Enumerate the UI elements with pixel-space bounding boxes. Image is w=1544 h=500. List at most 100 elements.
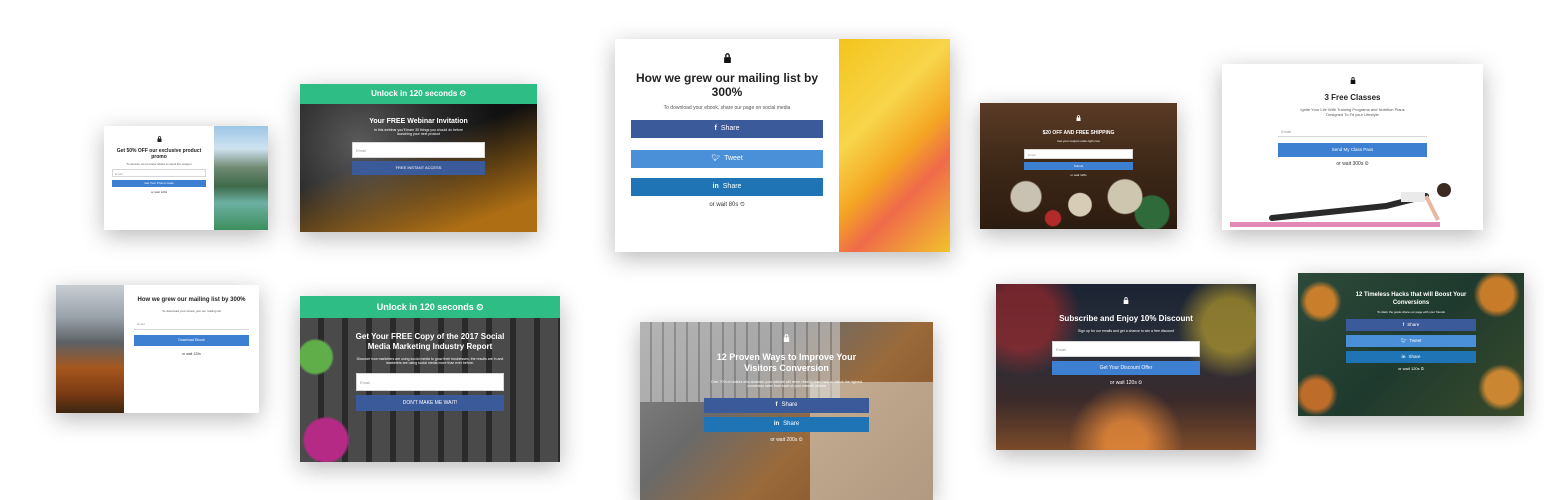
wait-text: or wait 120s ⏲ bbox=[996, 380, 1256, 386]
submit-button[interactable]: Submit bbox=[1024, 162, 1133, 170]
popup-subtitle: Get your coupon code right now bbox=[1057, 139, 1100, 143]
clock-icon: ⏲ bbox=[798, 437, 803, 443]
unlock-banner: Unlock in 120 seconds ⏲ bbox=[300, 84, 537, 104]
clock-icon: ⏲ bbox=[459, 89, 466, 98]
wait-text: or wait 120s bbox=[1070, 173, 1087, 177]
email-input[interactable]: Email bbox=[1278, 125, 1427, 137]
popup-subtitle: Sign up for our emails and get a chance … bbox=[1078, 329, 1174, 333]
lock-icon bbox=[104, 130, 214, 146]
popup-subtitle: To claim the guide share our page with y… bbox=[1377, 310, 1445, 314]
wait-text: or wait 300s ⏲ bbox=[1222, 161, 1483, 167]
mountain-image bbox=[214, 126, 268, 230]
button-label: Share bbox=[720, 125, 740, 132]
popup-title: Get 50% OFF our exclusive product promo bbox=[116, 148, 202, 160]
lock-icon bbox=[996, 292, 1256, 308]
button-label: Share bbox=[722, 183, 742, 190]
linkedin-icon: in bbox=[773, 421, 780, 427]
twitter-icon: 🐦︎ bbox=[1400, 338, 1407, 343]
twitter-tweet-button[interactable]: 🐦︎ Tweet bbox=[1346, 335, 1476, 347]
popup-subtitle: In this webinar you'll learn 30 things y… bbox=[373, 128, 463, 136]
wait-text: or wait 80s ⏲ bbox=[615, 202, 839, 209]
facebook-icon: f bbox=[714, 125, 717, 132]
popup-discount: Subscribe and Enjoy 10% Discount Sign up… bbox=[996, 284, 1256, 450]
wait-label: or wait 120s bbox=[1398, 366, 1420, 371]
button-label: Tweet bbox=[724, 155, 743, 162]
wait-label: or wait 120s bbox=[1109, 380, 1137, 386]
email-input[interactable]: Email bbox=[112, 169, 206, 177]
popup-title: Your FREE Webinar Invitation bbox=[369, 118, 468, 125]
discount-button[interactable]: Get Your Discount Offer bbox=[1052, 361, 1200, 375]
plank-woman-image bbox=[1266, 182, 1476, 222]
clock-icon: ⏲ bbox=[740, 202, 745, 208]
button-label: Share bbox=[781, 402, 798, 408]
wait-text: or wait 200s ⏲ bbox=[640, 437, 933, 443]
wait-label: or wait 80s bbox=[709, 202, 739, 208]
popup-hacks-share: 12 Timeless Hacks that will Boost Your C… bbox=[1298, 273, 1524, 416]
popup-mailing-share: How we grew our mailing list by 300% To … bbox=[615, 39, 950, 252]
popup-subtitle: Over 70% of visitors who abandon your we… bbox=[711, 380, 862, 388]
popup-title: $20 OFF AND FREE SHIPPING bbox=[1042, 130, 1115, 136]
wait-label: or wait 300s bbox=[1336, 161, 1364, 167]
email-input[interactable]: Email bbox=[1052, 341, 1200, 357]
popup-report: Unlock in 120 seconds ⏲ Get Your FREE Co… bbox=[300, 296, 560, 462]
button-label: Share bbox=[1408, 354, 1421, 359]
lock-icon bbox=[1222, 72, 1483, 88]
popup-free-classes: 3 Free Classes Ignite Your Life With Tra… bbox=[1222, 64, 1483, 230]
popup-webinar: Unlock in 120 seconds ⏲ Your FREE Webina… bbox=[300, 84, 537, 232]
facebook-icon: f bbox=[775, 402, 778, 408]
banner-text: Unlock in 120 seconds bbox=[376, 302, 474, 312]
lock-icon bbox=[615, 51, 839, 67]
facebook-share-button[interactable]: f Share bbox=[1346, 319, 1476, 331]
clock-icon: ⏲ bbox=[476, 302, 484, 312]
facebook-share-button[interactable]: f Share bbox=[631, 120, 823, 138]
button-label: Tweet bbox=[1409, 338, 1422, 343]
dont-wait-button[interactable]: DON'T MAKE ME WAIT! bbox=[356, 395, 504, 411]
popup-promo: Get 50% OFF our exclusive product promo … bbox=[104, 126, 268, 230]
twitter-icon: 🐦︎ bbox=[711, 155, 721, 162]
linkedin-icon: in bbox=[712, 183, 719, 190]
unlock-banner: Unlock in 120 seconds ⏲ bbox=[300, 296, 560, 318]
popup-subtitle: To access, let us know where to send the… bbox=[126, 162, 192, 166]
popup-subtitle: To download your ebook, share our page o… bbox=[663, 105, 791, 111]
wait-text: or wait 120s ⏲ bbox=[1298, 366, 1524, 371]
download-button[interactable]: Download Ebook bbox=[134, 335, 249, 346]
email-input[interactable]: Email bbox=[134, 319, 249, 330]
access-button[interactable]: FREE INSTANT ACCESS bbox=[352, 161, 485, 175]
linkedin-share-button[interactable]: in Share bbox=[704, 417, 869, 432]
banner-text: Unlock in 120 seconds bbox=[371, 89, 458, 98]
lock-icon bbox=[640, 330, 933, 346]
wait-label: or wait 200s bbox=[770, 437, 798, 443]
wait-text: or wait 120s bbox=[150, 190, 168, 194]
clock-icon: ⏲ bbox=[1364, 161, 1369, 167]
email-input[interactable]: Email bbox=[352, 142, 485, 158]
linkedin-share-button[interactable]: in Share bbox=[631, 178, 823, 196]
button-label: Share bbox=[1407, 322, 1420, 327]
popup-conversion: 12 Proven Ways to Improve Your Visitors … bbox=[640, 322, 933, 500]
facebook-icon: f bbox=[1402, 322, 1405, 327]
button-label: Share bbox=[783, 421, 800, 427]
lock-icon bbox=[980, 109, 1177, 125]
popup-title: How we grew our mailing list by 300% bbox=[635, 71, 819, 99]
popup-shipping-coupon: $20 OFF AND FREE SHIPPING Get your coupo… bbox=[980, 103, 1177, 229]
clock-icon: ⏲ bbox=[1420, 366, 1424, 371]
email-input[interactable]: Email bbox=[1024, 149, 1133, 159]
tennis-image bbox=[839, 39, 950, 252]
facebook-share-button[interactable]: f Share bbox=[704, 398, 869, 413]
twitter-tweet-button[interactable]: 🐦︎ Tweet bbox=[631, 150, 823, 168]
promo-button[interactable]: Get Your Promo Code bbox=[112, 180, 206, 187]
popup-mailing-download: How we grew our mailing list by 300% To … bbox=[56, 285, 259, 413]
ornaments-image bbox=[990, 175, 1170, 229]
linkedin-share-button[interactable]: in Share bbox=[1346, 351, 1476, 363]
clock-icon: ⏲ bbox=[1138, 380, 1143, 386]
wait-text: or wait 120s bbox=[182, 352, 201, 356]
popup-title: 12 Proven Ways to Improve Your Visitors … bbox=[716, 352, 857, 373]
linkedin-icon: in bbox=[1401, 354, 1406, 359]
popup-title: 12 Timeless Hacks that will Boost Your C… bbox=[1355, 292, 1467, 306]
yoga-mat bbox=[1230, 222, 1440, 227]
popup-title: How we grew our mailing list by 300% bbox=[137, 297, 246, 303]
popup-subtitle: Ignite Your Life With Training Programs … bbox=[1300, 107, 1405, 117]
popup-title: Subscribe and Enjoy 10% Discount bbox=[1059, 314, 1193, 323]
email-input[interactable]: Email bbox=[356, 373, 504, 391]
popup-subtitle: Discover how marketers are using social … bbox=[356, 357, 504, 365]
class-pass-button[interactable]: Send My Class Pass bbox=[1278, 143, 1427, 157]
